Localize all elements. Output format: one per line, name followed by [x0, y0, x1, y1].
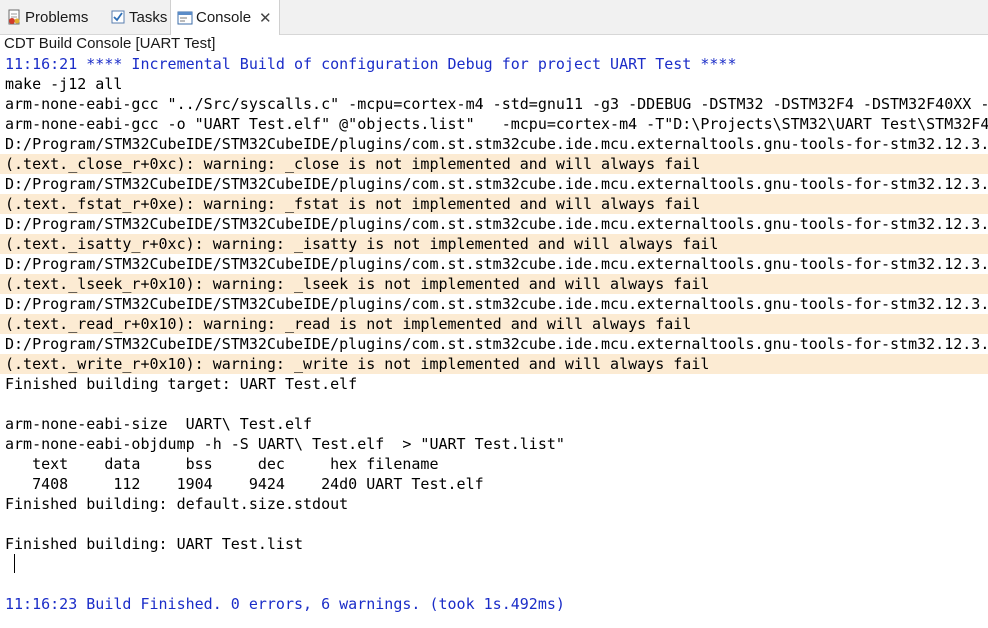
console-line: D:/Program/STM32CubeIDE/STM32CubeIDE/plu… — [5, 135, 988, 153]
console-line: Finished building target: UART Test.elf — [5, 375, 358, 393]
console-line: D:/Program/STM32CubeIDE/STM32CubeIDE/plu… — [5, 175, 988, 193]
tab-console[interactable]: Console ✕ — [170, 0, 280, 35]
text-caret — [14, 554, 15, 573]
problems-icon — [6, 9, 22, 25]
tab-tasks-label: Tasks — [129, 8, 168, 26]
console-output[interactable]: 11:16:21 **** Incremental Build of confi… — [0, 54, 988, 628]
tab-console-label: Console — [196, 9, 252, 26]
console-line: 7408 112 1904 9424 24d0 UART Test.elf — [5, 475, 484, 493]
console-warning-line: (.text._isatty_r+0xc): warning: _isatty … — [0, 234, 988, 254]
console-line: make -j12 all — [5, 75, 123, 93]
console-line: text data bss dec hex filename — [5, 455, 439, 473]
console-line: Finished building: default.size.stdout — [5, 495, 349, 513]
close-icon[interactable]: ✕ — [259, 9, 272, 27]
view-tab-bar: Problems Tasks Console ✕ — [0, 0, 988, 35]
console-title: CDT Build Console [UART Test] — [4, 35, 216, 52]
console-line: D:/Program/STM32CubeIDE/STM32CubeIDE/plu… — [5, 215, 988, 233]
console-line: Finished building: UART Test.list — [5, 535, 304, 553]
console-warning-line: (.text._fstat_r+0xe): warning: _fstat is… — [0, 194, 988, 214]
console-line: arm-none-eabi-objdump -h -S UART\ Test.e… — [5, 435, 565, 453]
tasks-icon — [110, 9, 126, 25]
tab-problems-label: Problems — [25, 8, 89, 26]
console-warning-line: (.text._write_r+0x10): warning: _write i… — [0, 354, 988, 374]
console-line: 11:16:21 **** Incremental Build of confi… — [5, 55, 737, 73]
console-line: D:/Program/STM32CubeIDE/STM32CubeIDE/plu… — [5, 335, 988, 353]
console-line: arm-none-eabi-size UART\ Test.elf — [5, 415, 313, 433]
console-line: D:/Program/STM32CubeIDE/STM32CubeIDE/plu… — [5, 255, 988, 273]
console-line: arm-none-eabi-gcc -o "UART Test.elf" @"o… — [5, 115, 988, 133]
console-line: 11:16:23 Build Finished. 0 errors, 6 war… — [5, 595, 565, 613]
console-icon — [177, 10, 193, 26]
tab-tasks[interactable]: Tasks — [104, 0, 170, 34]
console-warning-line: (.text._close_r+0xc): warning: _close is… — [0, 154, 988, 174]
console-warning-line: (.text._read_r+0x10): warning: _read is … — [0, 314, 988, 334]
console-warning-line: (.text._lseek_r+0x10): warning: _lseek i… — [0, 274, 988, 294]
console-line: D:/Program/STM32CubeIDE/STM32CubeIDE/plu… — [5, 295, 988, 313]
console-line: arm-none-eabi-gcc "../Src/syscalls.c" -m… — [5, 95, 988, 113]
